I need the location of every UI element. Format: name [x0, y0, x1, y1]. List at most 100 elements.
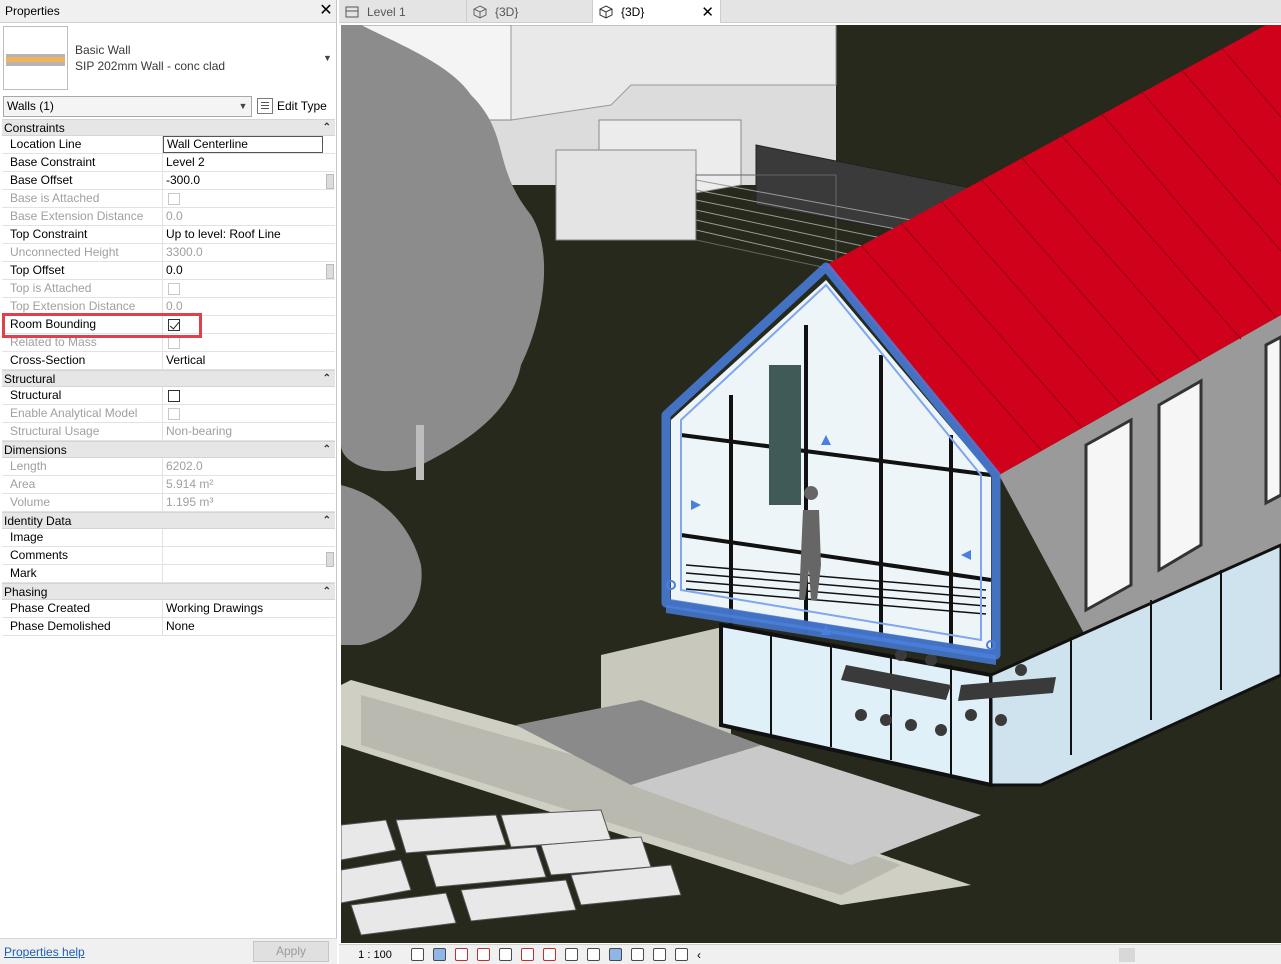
show-crop-icon[interactable]: [543, 948, 556, 961]
edit-type-button[interactable]: Edit Type: [257, 96, 327, 117]
property-value: 0.0: [166, 209, 183, 223]
property-group-header[interactable]: Phasing ⌃: [2, 583, 335, 600]
property-row: Related to Mass: [2, 334, 335, 352]
close-icon[interactable]: ✕: [316, 1, 336, 21]
property-name: Unconnected Height: [2, 244, 163, 261]
property-group-name: Constraints: [4, 120, 65, 135]
type-selector[interactable]: Basic Wall SIP 202mm Wall - conc clad ▼: [3, 24, 335, 92]
property-row[interactable]: Top Constraint Up to level: Roof Line: [2, 226, 335, 244]
property-name: Base Extension Distance: [2, 208, 163, 225]
chevron-down-icon: ▼: [238, 101, 248, 111]
property-value[interactable]: Vertical: [163, 352, 335, 369]
properties-help-link[interactable]: Properties help: [4, 945, 85, 959]
3d-view-icon: [599, 4, 613, 19]
property-row[interactable]: Base Offset -300.0: [2, 172, 335, 190]
property-row: Top is Attached: [2, 280, 335, 298]
lock-view-icon[interactable]: [565, 948, 578, 961]
collapse-icon[interactable]: ‹: [697, 948, 701, 962]
property-name: Area: [2, 476, 163, 493]
property-group-header[interactable]: Structural ⌃: [2, 370, 335, 387]
property-group-name: Structural: [4, 371, 56, 386]
property-value[interactable]: None: [163, 618, 335, 635]
property-group-header[interactable]: Constraints ⌃: [2, 119, 335, 136]
property-row[interactable]: Mark: [2, 565, 335, 583]
property-row[interactable]: Base Constraint Level 2: [2, 154, 335, 172]
property-row[interactable]: Phase Demolished None: [2, 618, 335, 636]
property-row[interactable]: Cross-Section Vertical: [2, 352, 335, 370]
property-value: [163, 405, 335, 422]
worksharing-icon[interactable]: [631, 948, 644, 961]
visual-style-icon[interactable]: [433, 948, 446, 961]
property-row[interactable]: Room Bounding: [2, 316, 335, 334]
chevron-down-icon[interactable]: ▼: [323, 53, 335, 63]
property-value: 1.195 m³: [166, 495, 214, 509]
property-name: Image: [2, 529, 163, 546]
property-value[interactable]: -300.0: [163, 172, 335, 189]
property-value[interactable]: 0.0: [163, 262, 335, 279]
property-value[interactable]: [163, 547, 335, 564]
property-value: 0.0: [166, 299, 183, 313]
scroll-thumb[interactable]: [326, 552, 334, 567]
element-filter-value: Walls (1): [7, 99, 54, 113]
property-name: Top Extension Distance: [2, 298, 163, 315]
temp-hide-icon[interactable]: [587, 948, 600, 961]
property-name: Phase Created: [2, 600, 163, 617]
tab-3d-view[interactable]: {3D}: [467, 0, 593, 23]
wall-type-preview-icon: [3, 26, 68, 90]
property-name: Mark: [2, 565, 163, 582]
property-value: [163, 190, 335, 207]
type-name-label: SIP 202mm Wall - conc clad: [75, 59, 226, 73]
property-checkbox: [168, 192, 180, 205]
reveal-hidden-icon[interactable]: [609, 948, 622, 961]
analytical-model-icon[interactable]: [653, 948, 666, 961]
property-row[interactable]: Image: [2, 529, 335, 547]
property-row[interactable]: Location Line Wall Centerline: [2, 136, 335, 154]
property-group-header[interactable]: Identity Data ⌃: [2, 512, 335, 529]
collapse-icon[interactable]: ⌃: [323, 586, 331, 597]
property-value[interactable]: [163, 565, 335, 582]
property-name: Structural: [2, 387, 163, 404]
tab-level-1[interactable]: Level 1: [339, 0, 467, 23]
sun-path-icon[interactable]: [455, 948, 468, 961]
scroll-thumb[interactable]: [326, 174, 334, 189]
property-value: Non-bearing: [166, 424, 233, 438]
property-value[interactable]: Level 2: [163, 154, 335, 171]
highlight-displacement-icon[interactable]: [675, 948, 688, 961]
property-row[interactable]: Structural: [2, 387, 335, 405]
collapse-icon[interactable]: ⌃: [323, 373, 331, 384]
property-row: Length 6202.0: [2, 458, 335, 476]
property-name: Room Bounding: [2, 316, 163, 333]
property-value[interactable]: Working Drawings: [163, 600, 335, 617]
property-row[interactable]: Top Offset 0.0: [2, 262, 335, 280]
properties-footer: Properties help Apply: [0, 938, 337, 964]
property-checkbox[interactable]: [168, 389, 180, 402]
shadows-icon[interactable]: [477, 948, 490, 961]
close-icon[interactable]: ✕: [691, 3, 714, 21]
collapse-icon[interactable]: ⌃: [323, 122, 331, 133]
horizontal-scroll-thumb[interactable]: [1119, 948, 1135, 962]
scroll-thumb[interactable]: [326, 264, 334, 279]
apply-button[interactable]: Apply: [253, 941, 329, 962]
property-value[interactable]: Up to level: Roof Line: [163, 226, 335, 243]
view-tabs: Level 1 {3D} {3D} ✕: [339, 0, 1281, 23]
element-filter-dropdown[interactable]: Walls (1) ▼: [3, 95, 252, 117]
view-scale[interactable]: 1 : 100: [339, 949, 411, 961]
collapse-icon[interactable]: ⌃: [323, 444, 331, 455]
property-group-name: Phasing: [4, 584, 48, 599]
collapse-icon[interactable]: ⌃: [323, 515, 331, 526]
crop-view-icon[interactable]: [521, 948, 534, 961]
property-row[interactable]: Comments: [2, 547, 335, 565]
floor-plan-icon: [345, 5, 359, 19]
property-row: Unconnected Height 3300.0: [2, 244, 335, 262]
property-row[interactable]: Phase Created Working Drawings: [2, 600, 335, 618]
property-value: [163, 387, 335, 404]
detail-level-icon[interactable]: [411, 948, 424, 961]
property-name: Cross-Section: [2, 352, 163, 369]
3d-viewport[interactable]: [341, 25, 1281, 943]
property-value[interactable]: [163, 529, 335, 546]
property-value[interactable]: Wall Centerline: [163, 136, 323, 153]
tab-3d-view-active[interactable]: {3D} ✕: [593, 0, 721, 23]
property-checkbox[interactable]: [168, 318, 180, 331]
render-icon[interactable]: [499, 948, 512, 961]
property-group-header[interactable]: Dimensions ⌃: [2, 441, 335, 458]
